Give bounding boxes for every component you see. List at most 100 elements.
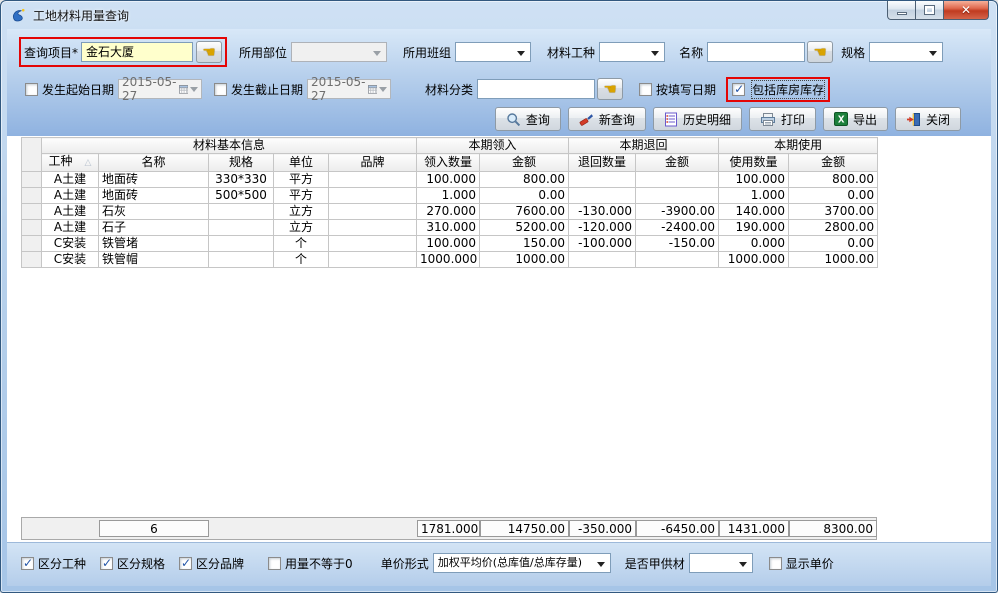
- table-cell[interactable]: [329, 252, 417, 268]
- table-cell[interactable]: [636, 252, 719, 268]
- table-cell[interactable]: [329, 172, 417, 188]
- table-row[interactable]: C安装铁管堵个100.000150.00-100.000-150.000.000…: [22, 236, 878, 252]
- table-cell[interactable]: [569, 252, 636, 268]
- close-window-button[interactable]: 关闭: [895, 107, 961, 131]
- row-indicator[interactable]: [22, 204, 42, 220]
- table-cell[interactable]: [636, 188, 719, 204]
- material-category-select-button[interactable]: ☚: [597, 78, 623, 100]
- table-cell[interactable]: 1.000: [417, 188, 480, 204]
- row-indicator[interactable]: [22, 252, 42, 268]
- table-cell[interactable]: 1000.000: [417, 252, 480, 268]
- row-indicator[interactable]: [22, 188, 42, 204]
- column-header-spec[interactable]: 规格: [209, 154, 274, 172]
- table-cell[interactable]: [329, 204, 417, 220]
- column-header-received-amount[interactable]: 金额: [480, 154, 569, 172]
- table-cell[interactable]: 140.000: [719, 204, 789, 220]
- table-cell[interactable]: 铁管堵: [99, 236, 209, 252]
- table-cell[interactable]: 立方: [274, 220, 329, 236]
- table-cell[interactable]: [329, 188, 417, 204]
- table-cell[interactable]: 100.000: [719, 172, 789, 188]
- table-cell[interactable]: 地面砖: [99, 188, 209, 204]
- table-cell[interactable]: 石子: [99, 220, 209, 236]
- table-cell[interactable]: A土建: [42, 220, 99, 236]
- column-header-used-qty[interactable]: 使用数量: [719, 154, 789, 172]
- close-button[interactable]: ✕: [944, 1, 989, 20]
- table-cell[interactable]: 100.000: [417, 172, 480, 188]
- column-header-returned-amount[interactable]: 金额: [636, 154, 719, 172]
- table-cell[interactable]: -2400.00: [636, 220, 719, 236]
- end-date-checkbox[interactable]: [214, 83, 227, 96]
- new-query-button[interactable]: 新查询: [568, 107, 646, 131]
- table-cell[interactable]: 270.000: [417, 204, 480, 220]
- table-cell[interactable]: -130.000: [569, 204, 636, 220]
- table-cell[interactable]: [209, 252, 274, 268]
- table-cell[interactable]: [329, 220, 417, 236]
- maximize-button[interactable]: [916, 1, 944, 20]
- table-cell[interactable]: [209, 236, 274, 252]
- distinguish-trade-checkbox[interactable]: [21, 557, 34, 570]
- query-project-select-button[interactable]: ☚: [196, 41, 222, 63]
- column-header-unit[interactable]: 单位: [274, 154, 329, 172]
- start-date-picker[interactable]: 2015-05-27: [118, 79, 202, 99]
- material-name-select-button[interactable]: ☚: [807, 41, 833, 63]
- query-project-input[interactable]: 金石大厦: [81, 42, 193, 62]
- column-header-returned-qty[interactable]: 退回数量: [569, 154, 636, 172]
- table-cell[interactable]: [636, 172, 719, 188]
- table-cell[interactable]: 100.000: [417, 236, 480, 252]
- table-cell[interactable]: 0.00: [789, 188, 878, 204]
- table-cell[interactable]: 310.000: [417, 220, 480, 236]
- table-cell[interactable]: 立方: [274, 204, 329, 220]
- row-indicator[interactable]: [22, 220, 42, 236]
- table-row[interactable]: A土建石子立方310.0005200.00-120.000-2400.00190…: [22, 220, 878, 236]
- row-indicator[interactable]: [22, 172, 42, 188]
- table-cell[interactable]: [569, 172, 636, 188]
- table-cell[interactable]: -3900.00: [636, 204, 719, 220]
- table-row[interactable]: A土建石灰立方270.0007600.00-130.000-3900.00140…: [22, 204, 878, 220]
- include-warehouse-stock-checkbox[interactable]: [732, 83, 745, 96]
- column-header-name[interactable]: 名称: [99, 154, 209, 172]
- table-cell[interactable]: 800.00: [789, 172, 878, 188]
- table-cell[interactable]: -100.000: [569, 236, 636, 252]
- material-name-input[interactable]: [707, 42, 805, 62]
- table-cell[interactable]: C安装: [42, 236, 99, 252]
- table-cell[interactable]: 150.00: [480, 236, 569, 252]
- minimize-button[interactable]: [887, 1, 916, 20]
- table-cell[interactable]: 500*500: [209, 188, 274, 204]
- export-button[interactable]: 导出: [823, 107, 888, 131]
- usage-not-zero-checkbox[interactable]: [268, 557, 281, 570]
- table-cell[interactable]: 3700.00: [789, 204, 878, 220]
- distinguish-brand-checkbox[interactable]: [179, 557, 192, 570]
- table-cell[interactable]: [569, 188, 636, 204]
- table-cell[interactable]: 1000.000: [719, 252, 789, 268]
- table-cell[interactable]: 个: [274, 236, 329, 252]
- distinguish-spec-checkbox[interactable]: [100, 557, 113, 570]
- material-trade-select[interactable]: [599, 42, 665, 62]
- table-row[interactable]: A土建地面砖330*330平方100.000800.00100.000800.0…: [22, 172, 878, 188]
- start-date-checkbox[interactable]: [25, 83, 38, 96]
- column-header-used-amount[interactable]: 金额: [789, 154, 878, 172]
- table-cell[interactable]: A土建: [42, 204, 99, 220]
- table-cell[interactable]: -120.000: [569, 220, 636, 236]
- table-cell[interactable]: 1000.00: [789, 252, 878, 268]
- table-cell[interactable]: 330*330: [209, 172, 274, 188]
- table-row[interactable]: C安装铁管帽个1000.0001000.001000.0001000.00: [22, 252, 878, 268]
- spec-select[interactable]: [869, 42, 943, 62]
- table-cell[interactable]: 0.00: [789, 236, 878, 252]
- table-cell[interactable]: 2800.00: [789, 220, 878, 236]
- table-cell[interactable]: -150.00: [636, 236, 719, 252]
- show-unit-price-checkbox[interactable]: [769, 557, 782, 570]
- column-header-received-qty[interactable]: 领入数量: [417, 154, 480, 172]
- history-detail-button[interactable]: 历史明细: [653, 107, 742, 131]
- column-header-trade[interactable]: 工种△: [42, 154, 99, 172]
- table-cell[interactable]: A土建: [42, 172, 99, 188]
- table-cell[interactable]: 平方: [274, 172, 329, 188]
- table-cell[interactable]: 7600.00: [480, 204, 569, 220]
- table-cell[interactable]: 0.00: [480, 188, 569, 204]
- table-cell[interactable]: C安装: [42, 252, 99, 268]
- used-team-select[interactable]: [455, 42, 531, 62]
- table-cell[interactable]: A土建: [42, 188, 99, 204]
- table-cell[interactable]: [209, 204, 274, 220]
- table-cell[interactable]: 5200.00: [480, 220, 569, 236]
- table-cell[interactable]: 铁管帽: [99, 252, 209, 268]
- table-cell[interactable]: [329, 236, 417, 252]
